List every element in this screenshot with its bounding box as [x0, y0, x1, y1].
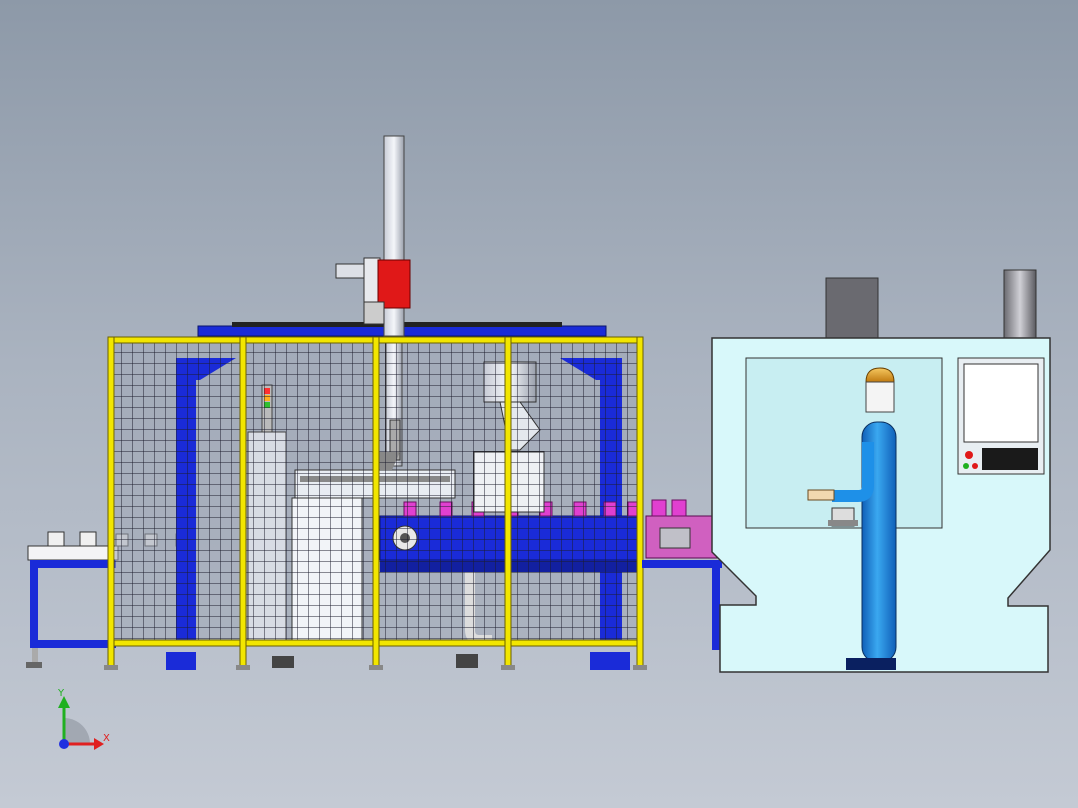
cnc-control-panel [957, 357, 1045, 475]
coordinate-triad [58, 696, 104, 750]
cad-viewport[interactable]: X Y [0, 0, 1078, 808]
safety-fence [104, 336, 647, 670]
axis-y-label: Y [58, 688, 65, 699]
machine-assembly-drawing [26, 135, 1051, 750]
machine-feet [166, 652, 630, 670]
axis-x-label: X [103, 733, 110, 744]
gripper-carriage [377, 259, 411, 309]
